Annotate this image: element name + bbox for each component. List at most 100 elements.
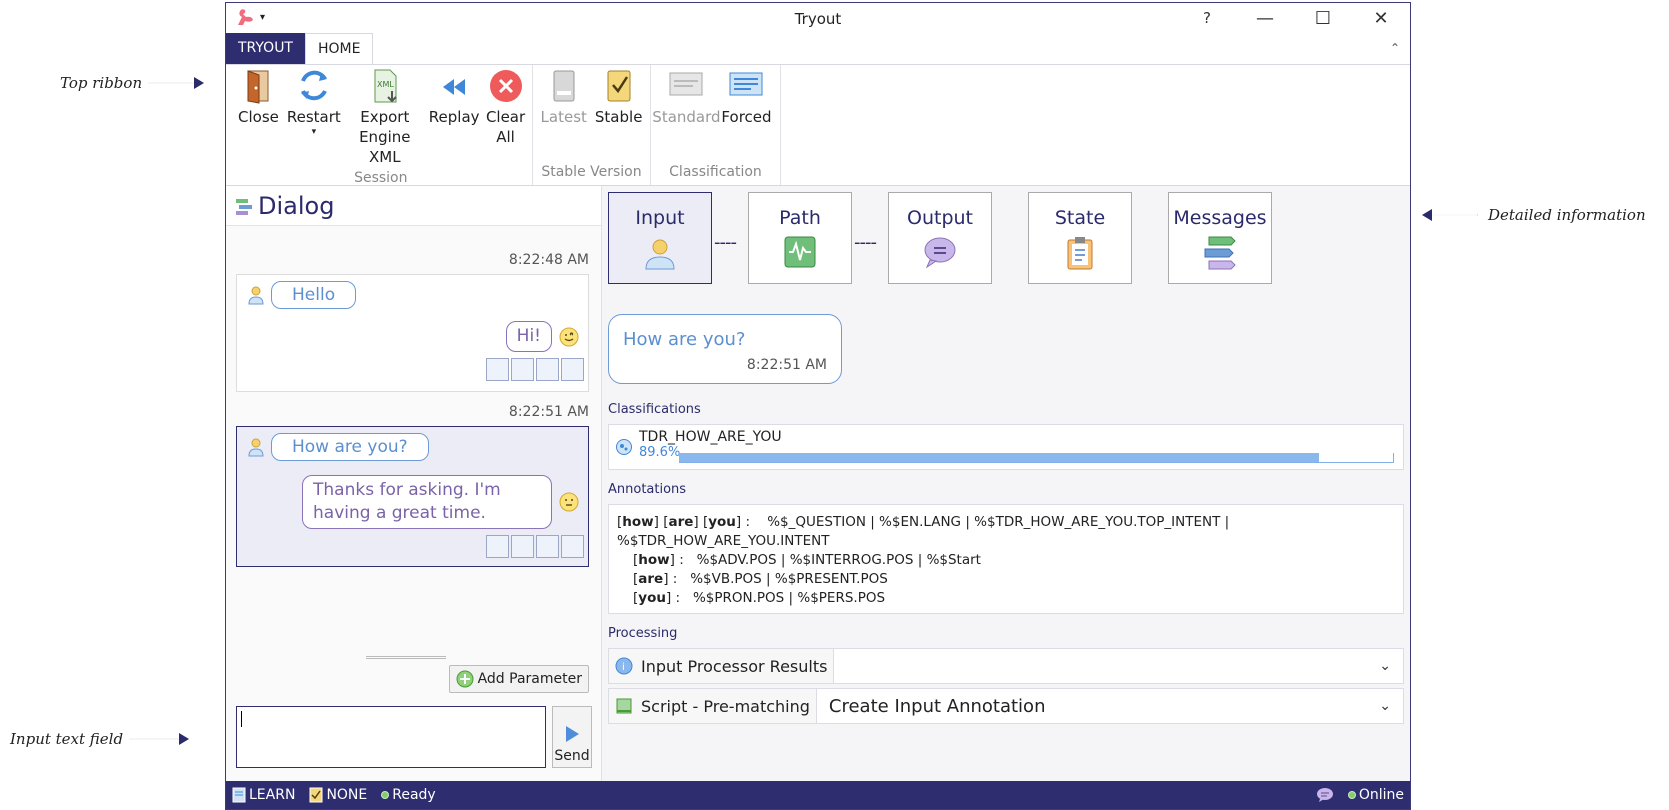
- status-learn[interactable]: LEARN: [232, 787, 295, 803]
- wink-emoji-icon: [559, 327, 579, 346]
- conversation-item[interactable]: Hello Hi!: [236, 274, 589, 392]
- conversation-item-selected[interactable]: How are you? Thanks for asking. I'm havi…: [236, 426, 589, 567]
- card-output[interactable]: Output: [888, 192, 992, 284]
- forced-button[interactable]: Forced: [717, 65, 775, 161]
- collapse-ribbon-icon[interactable]: ⌃: [1390, 41, 1400, 55]
- close-label: Close: [238, 108, 279, 126]
- annotation-line-sub: [you] : %$PRON.POS | %$PERS.POS: [633, 590, 886, 606]
- conversation-timestamp: 8:22:51 AM: [508, 404, 589, 420]
- annotation-tags: %$VB.POS | %$PRESENT.POS: [690, 571, 888, 587]
- selected-message-time: 8:22:51 AM: [746, 357, 827, 373]
- clear-all-button[interactable]: Clear All: [484, 65, 528, 167]
- processing-title: Script - Pre-matching: [641, 696, 810, 716]
- replay-button[interactable]: Replay: [425, 65, 484, 167]
- detail-cards: Input Path Output State Messages: [608, 192, 1272, 284]
- card-messages[interactable]: Messages: [1168, 192, 1272, 284]
- processing-row-input-processor[interactable]: i Input Processor Results ⌄: [608, 648, 1404, 684]
- hierarchy-tool-icon[interactable]: [511, 358, 534, 381]
- connector-path-output: ----: [854, 232, 877, 253]
- message-input[interactable]: [236, 706, 546, 768]
- tree-tool-icon[interactable]: [561, 535, 584, 558]
- forced-label: Forced: [721, 108, 772, 126]
- replay-label: Replay: [428, 108, 480, 126]
- insert-tool-icon[interactable]: [486, 535, 509, 558]
- hierarchy-tool-icon[interactable]: [511, 535, 534, 558]
- splitter-handle[interactable]: [366, 656, 446, 659]
- ribbon-group-session: Close Restart ▾ XML Export Engine XML Re…: [230, 65, 533, 186]
- standard-label: Standard: [652, 108, 721, 126]
- script-icon: [616, 698, 632, 714]
- annotations-text: [how] [are] [you] : %$_QUESTION | %$EN.L…: [609, 505, 1403, 616]
- add-parameter-button[interactable]: Add Parameter: [448, 665, 589, 693]
- send-button[interactable]: Send: [552, 706, 592, 768]
- annotation-word: you: [638, 590, 666, 606]
- dialog-icon: [236, 198, 252, 215]
- rewind-icon: [443, 79, 466, 95]
- tryout-window: ▾ Tryout ? — ☐ ✕ TRYOUT HOME ⌃ Close Res…: [225, 2, 1411, 810]
- chevron-down-icon[interactable]: ⌄: [1379, 698, 1403, 714]
- minimize-button[interactable]: —: [1236, 3, 1294, 33]
- info-icon: i: [615, 657, 633, 675]
- card-path[interactable]: Path: [748, 192, 852, 284]
- processing-label: Processing: [608, 626, 678, 641]
- window-controls: ? — ☐ ✕: [1178, 3, 1410, 33]
- annotation-tool-icon[interactable]: [536, 358, 559, 381]
- clear-circle-icon: [489, 70, 522, 102]
- tab-home[interactable]: HOME: [305, 33, 374, 64]
- callout-detailed-information: Detailed information: [1422, 206, 1646, 224]
- content-area: Dialog 8:22:48 AM Hello Hi! 8:22:51 AM H…: [226, 186, 1410, 781]
- tree-tool-icon[interactable]: [561, 358, 584, 381]
- card-state[interactable]: State: [1028, 192, 1132, 284]
- ribbon-tabs: TRYOUT HOME ⌃: [226, 33, 1410, 64]
- user-icon: [248, 286, 264, 305]
- insert-tool-icon[interactable]: [486, 358, 509, 381]
- book-latest-icon: [553, 70, 575, 102]
- annotation-tags: %$ADV.POS | %$INTERROG.POS | %$Start: [696, 552, 981, 568]
- standard-button[interactable]: Standard: [652, 65, 721, 161]
- help-button[interactable]: ?: [1178, 3, 1236, 33]
- chevron-down-icon[interactable]: ⌄: [1379, 658, 1403, 674]
- latest-label: Latest: [540, 108, 587, 126]
- dialog-header: Dialog: [226, 186, 601, 226]
- restart-label: Restart: [286, 108, 341, 126]
- restart-button[interactable]: Restart ▾: [283, 65, 345, 167]
- status-learn-label: LEARN: [249, 787, 296, 803]
- annotation-word: are: [638, 571, 664, 587]
- status-none[interactable]: NONE: [309, 787, 367, 803]
- callout-label: Top ribbon: [60, 74, 143, 92]
- status-bar: LEARN NONE Ready Online: [226, 781, 1410, 809]
- message-tools: [237, 535, 588, 558]
- book-stable-icon: [607, 70, 631, 102]
- arrow-left-icon: [1422, 209, 1478, 221]
- top-ribbon: Close Restart ▾ XML Export Engine XML Re…: [226, 64, 1410, 186]
- connector-input-path: ----: [714, 232, 737, 253]
- processing-row-script-prematching[interactable]: Script - Pre-matching Create Input Annot…: [608, 688, 1404, 724]
- status-online-label: Online: [1358, 787, 1404, 803]
- chat-icon[interactable]: [1316, 787, 1334, 803]
- export-engine-xml-button[interactable]: XML Export Engine XML: [345, 65, 425, 167]
- latest-button[interactable]: Latest: [537, 65, 591, 161]
- stable-button[interactable]: Stable: [591, 65, 647, 161]
- callout-label: Input text field: [10, 730, 124, 748]
- annotation-word: how: [638, 552, 670, 568]
- svg-text:XML: XML: [377, 80, 394, 89]
- card-input[interactable]: Input: [608, 192, 712, 284]
- tab-tryout[interactable]: TRYOUT: [226, 33, 305, 64]
- annotation-tool-icon[interactable]: [536, 535, 559, 558]
- close-window-button[interactable]: ✕: [1352, 3, 1410, 33]
- restart-dropdown-icon[interactable]: ▾: [312, 127, 317, 137]
- card-label: Output: [907, 207, 973, 229]
- conversation-timestamp: 8:22:48 AM: [508, 252, 589, 268]
- processing-title: Input Processor Results: [641, 656, 828, 676]
- maximize-button[interactable]: ☐: [1294, 3, 1352, 33]
- stable-check-icon: [309, 787, 323, 803]
- close-session-button[interactable]: Close: [234, 65, 283, 167]
- classification-icon: [616, 439, 632, 455]
- classification-confidence-bar: [679, 453, 1394, 463]
- ribbon-group-stable-version: Latest Stable Stable Version: [533, 65, 652, 185]
- annotation-word: you: [708, 514, 736, 530]
- user-message: How are you?: [271, 433, 429, 461]
- add-parameter-label: Add Parameter: [477, 671, 582, 687]
- classification-confidence-fill: [679, 453, 1319, 462]
- card-label: State: [1054, 207, 1106, 229]
